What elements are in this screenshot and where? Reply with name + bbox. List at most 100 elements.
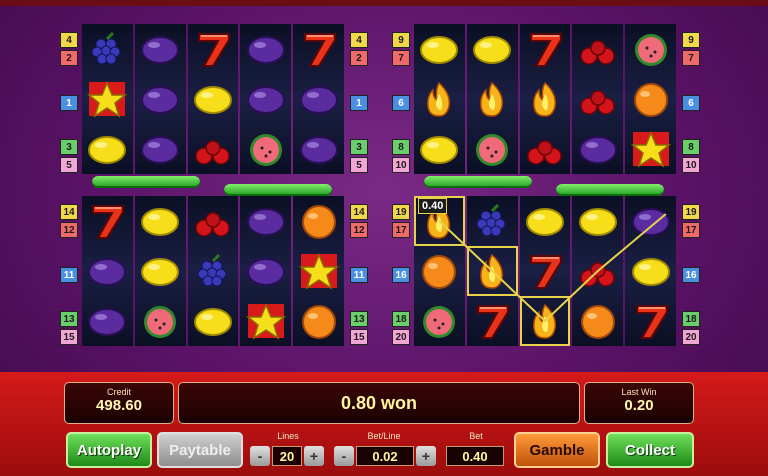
- plum-icon: [296, 79, 342, 119]
- autoplay-button[interactable]: Autoplay: [66, 432, 152, 468]
- lemon-icon: [137, 201, 183, 241]
- reel-column: [187, 196, 239, 346]
- credit-label: Credit: [106, 387, 131, 397]
- payline-badge-right: 1: [350, 95, 368, 111]
- payline-badge-left: 19: [392, 204, 410, 220]
- lemon-icon: [190, 301, 236, 341]
- payline-badge-right: 7: [682, 50, 700, 66]
- payline-badge-right: 13: [350, 311, 368, 327]
- payline-badge-left: 11: [60, 267, 78, 283]
- payline-badge-left: 17: [392, 222, 410, 238]
- reel-grid-top-left: [82, 24, 344, 174]
- plum-icon: [243, 251, 289, 291]
- orange-icon: [628, 79, 674, 119]
- payline-indicator-bar: [556, 184, 664, 196]
- lemon-icon: [84, 129, 130, 169]
- plum-icon: [296, 129, 342, 169]
- payline-badge-right: 5: [350, 157, 368, 173]
- reel-grid-bottom-left: [82, 196, 344, 346]
- bet-line-label: Bet/Line: [367, 431, 401, 441]
- reel-column: [293, 196, 344, 346]
- cherries-icon: [190, 129, 236, 169]
- lemon-icon: [628, 251, 674, 291]
- plum-icon: [137, 79, 183, 119]
- orange-icon: [296, 201, 342, 241]
- gamble-button[interactable]: Gamble: [514, 432, 600, 468]
- lemon-icon: [190, 79, 236, 119]
- reel-column: [293, 24, 344, 174]
- lemon-icon: [416, 29, 462, 69]
- control-bar: Credit 498.60 0.80 won Last Win 0.20 Aut…: [0, 372, 768, 476]
- seven-icon: [628, 301, 674, 341]
- reel-column: [187, 24, 239, 174]
- reel-grid-top-right: [414, 24, 676, 174]
- payline-badge-left: 6: [392, 95, 410, 111]
- last-win-label: Last Win: [621, 387, 657, 397]
- last-win-value: 0.20: [624, 397, 654, 414]
- bet-line-increase-button[interactable]: +: [416, 446, 436, 466]
- cherries-icon: [575, 29, 621, 69]
- payline-badge-right: 14: [350, 204, 368, 220]
- payline-badge-left: 12: [60, 222, 78, 238]
- payline-badge-left: 7: [392, 50, 410, 66]
- winning-symbol-highlight: [519, 296, 571, 346]
- bet-label: Bet: [469, 431, 483, 441]
- payline-badge-right: 6: [682, 95, 700, 111]
- reel-column: [625, 196, 676, 346]
- plum-icon: [84, 251, 130, 291]
- reel-column: [134, 24, 186, 174]
- orange-icon: [296, 301, 342, 341]
- payline-badge-right: 8: [682, 139, 700, 155]
- payline-badge-right: 18: [682, 311, 700, 327]
- plum-icon: [243, 79, 289, 119]
- line-win-amount: 0.40: [418, 198, 448, 214]
- payline-indicator-bar: [424, 176, 532, 188]
- reel-column: [82, 196, 133, 346]
- payline-badge-left: 4: [60, 32, 78, 48]
- reel-column: [572, 196, 624, 346]
- collect-button[interactable]: Collect: [606, 432, 694, 468]
- payline-badge-right: 19: [682, 204, 700, 220]
- plum-icon: [243, 29, 289, 69]
- orange-icon: [416, 251, 462, 291]
- star-icon: [296, 251, 342, 291]
- lines-decrease-button[interactable]: -: [250, 446, 270, 466]
- plum-icon: [84, 301, 130, 341]
- watermelon-icon: [469, 129, 515, 169]
- seven-icon: [190, 29, 236, 69]
- watermelon-icon: [416, 301, 462, 341]
- payline-badge-left: 5: [60, 157, 78, 173]
- payline-badge-left: 1: [60, 95, 78, 111]
- payline-badge-left: 18: [392, 311, 410, 327]
- cherries-icon: [190, 201, 236, 241]
- payline-badge-right: 3: [350, 139, 368, 155]
- payline-badge-left: 10: [392, 157, 410, 173]
- payline-badge-left: 13: [60, 311, 78, 327]
- plum-icon: [137, 129, 183, 169]
- lemon-icon: [137, 251, 183, 291]
- winning-symbol-highlight: [466, 246, 518, 296]
- lines-increase-button[interactable]: +: [304, 446, 324, 466]
- payline-badge-right: 20: [682, 329, 700, 345]
- star-icon: [243, 301, 289, 341]
- reel-column: [572, 24, 624, 174]
- payline-badge-right: 9: [682, 32, 700, 48]
- seven-icon: [296, 29, 342, 69]
- payline-indicator-bar: [92, 176, 200, 188]
- watermelon-icon: [137, 301, 183, 341]
- bet-line-decrease-button[interactable]: -: [334, 446, 354, 466]
- last-win-display: Last Win 0.20: [584, 382, 694, 424]
- payline-badge-right: 4: [350, 32, 368, 48]
- reel-column: [240, 24, 292, 174]
- reel-column: [240, 196, 292, 346]
- bet-value: 0.40: [446, 446, 504, 466]
- seven-icon: [522, 251, 568, 291]
- paytable-button[interactable]: Paytable: [157, 432, 243, 468]
- plum-icon: [628, 201, 674, 241]
- plum-icon: [137, 29, 183, 69]
- star-icon: [628, 129, 674, 169]
- flame-icon: [522, 79, 568, 119]
- cherries-icon: [575, 79, 621, 119]
- seven-icon: [522, 29, 568, 69]
- plum-icon: [243, 201, 289, 241]
